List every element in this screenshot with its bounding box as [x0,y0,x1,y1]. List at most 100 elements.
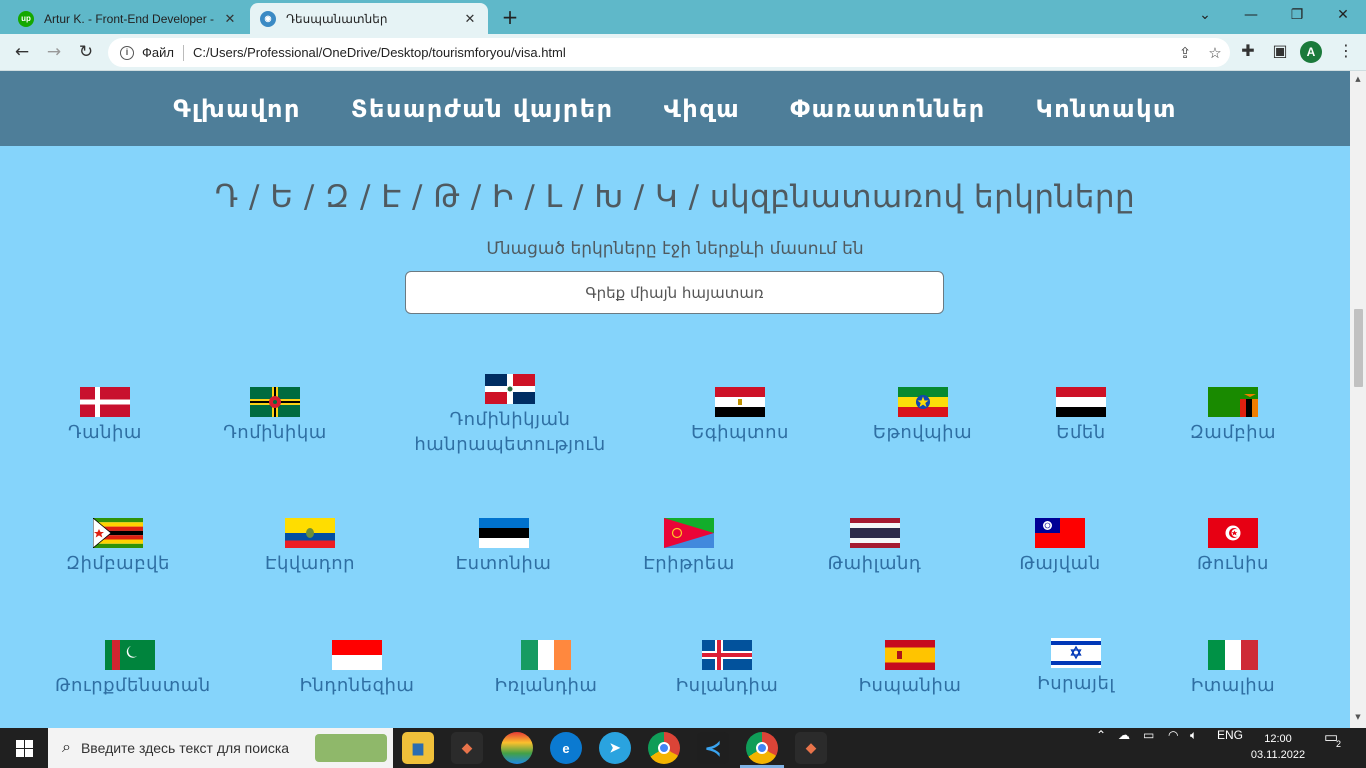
side-panel-icon[interactable]: ▣ [1268,41,1292,60]
country-yemen[interactable]: Եմեն [1041,387,1121,445]
onedrive-icon[interactable]: ☁ [1118,728,1130,768]
country-italy[interactable]: Իտալիա [1183,640,1283,698]
country-indonesia[interactable]: Ինդոնեզիա [292,640,422,698]
globe-icon: ◉ [260,10,276,27]
scroll-down-arrow-icon[interactable]: ▼ [1353,713,1363,721]
git-gui-icon[interactable]: ◆ [795,732,827,764]
browser-toolbar: ← → ↻ i Файл C:/Users/Professional/OneDr… [0,34,1366,71]
extensions-icon[interactable]: ✚ [1236,41,1260,60]
tab-title: Artur K. - Front-End Developer - [44,11,215,26]
windows-taskbar: ⌕ Введите здесь текст для поиска ▆ ◆ e ➤… [0,728,1366,768]
profile-avatar[interactable]: A [1300,41,1322,63]
country-name: Զիմբաբվե [66,553,170,574]
system-clock[interactable]: 12:00 03.11.2022 [1250,731,1306,763]
country-turkmenistan[interactable]: Թուրքմենստան [55,640,210,698]
elephants-illustration-icon [315,734,387,762]
ethiopia-flag-icon [897,387,948,417]
search-input[interactable] [405,271,944,314]
tab-search-button[interactable]: ⌄ [1182,0,1228,30]
taskbar-search-box[interactable]: ⌕ Введите здесь текст для поиска [48,728,393,768]
new-tab-button[interactable]: + [498,6,522,28]
page-scrollbar[interactable]: ▲ ▼ [1350,71,1366,728]
country-name: Ինդոնեզիա [299,675,415,696]
country-name: Դոմինիկյան հանրապետություն [414,409,606,455]
address-bar[interactable]: i Файл C:/Users/Professional/OneDrive/De… [108,38,1230,67]
show-hidden-icons-icon[interactable]: ⌃ [1096,728,1106,768]
app-icon[interactable] [501,732,533,764]
info-icon[interactable]: i [120,45,134,60]
country-estonia[interactable]: Էստոնիա [446,518,561,576]
tab-title: Դեսպանատներ [286,11,388,26]
country-thailand[interactable]: Թաիլանդ [822,518,927,576]
search-icon: ⌕ [62,739,71,756]
country-egypt[interactable]: Եգիպտոս [680,387,800,445]
scrollbar-thumb[interactable] [1354,309,1363,387]
url-text[interactable]: C:/Users/Professional/OneDrive/Desktop/t… [193,45,1170,60]
country-tunisia[interactable]: Թունիս [1183,518,1283,576]
chrome-icon[interactable] [648,732,680,764]
country-zimbabwe[interactable]: Զիմբաբվե [58,518,178,576]
reload-button[interactable]: ↻ [74,41,98,63]
share-icon[interactable]: ⇪ [1170,44,1200,62]
country-name: Էկվադոր [264,553,356,574]
country-iceland[interactable]: Իսլանդիա [667,640,787,698]
wifi-icon[interactable]: ◠ [1168,728,1178,768]
country-taiwan[interactable]: Թայվան [1010,518,1110,576]
language-indicator[interactable]: ENG [1217,728,1243,768]
nav-contact[interactable]: Կոնտակտ [1036,95,1177,123]
minimize-button[interactable]: — [1228,0,1274,30]
zambia-flag-icon [1208,387,1258,417]
file-explorer-icon[interactable]: ▆ [402,732,434,764]
country-ireland[interactable]: Իռլանդիա [486,640,606,698]
chrome-profile-icon[interactable] [746,732,778,764]
git-icon[interactable]: ◆ [451,732,483,764]
country-name: Եթովպիա [872,422,973,443]
country-ecuador[interactable]: Էկվադոր [260,518,360,576]
country-denmark[interactable]: Դանիա [55,387,155,445]
country-spain[interactable]: Իսպանիա [850,640,970,698]
nav-home[interactable]: Գլխավոր [173,95,301,123]
tunisia-flag-icon [1208,518,1258,548]
nav-visa[interactable]: Վիզա [664,95,741,123]
forward-button[interactable]: → [42,41,66,63]
nav-festivals[interactable]: Փառատոններ [790,95,986,123]
country-zambia[interactable]: Զամբիա [1178,387,1288,445]
page-title: Դ / Ե / Զ / Է / Թ / Ի / Լ / Խ / Կ / սկզբ… [214,179,1136,215]
clock-time: 12:00 [1264,733,1292,745]
ireland-flag-icon [521,640,571,670]
country-eritrea[interactable]: Էրիթրեա [634,518,744,576]
egypt-flag-icon [715,387,765,417]
country-dominica[interactable]: Դոմինիկա [215,387,335,445]
start-button[interactable] [0,728,48,768]
taskbar-search-placeholder: Введите здесь текст для поиска [80,740,290,756]
scroll-up-arrow-icon[interactable]: ▲ [1353,75,1363,83]
bookmark-star-icon[interactable]: ☆ [1200,44,1230,62]
notification-count: 2 [1336,739,1342,749]
battery-icon[interactable]: ▭ [1143,728,1154,768]
main-navigation: Գլխավոր Տեսարժան վայրեր Վիզա Փառատոններ … [0,71,1350,146]
page-subtitle: Մնացած երկրները էջի ներքևի մասում են [486,239,864,259]
country-dominican-republic[interactable]: Դոմինիկյան հանրապետություն [405,374,615,457]
volume-icon[interactable]: 🔈︎ [1190,728,1197,768]
dominican-republic-flag-icon [485,374,535,404]
browser-tab-strip: up Artur K. - Front-End Developer - ✕ ◉ … [0,0,1366,34]
thailand-flag-icon [849,518,900,548]
tab-visa[interactable]: ◉ Դեսպանատներ ✕ [250,3,488,34]
country-name: Թաիլանդ [827,553,922,574]
country-name: Դոմինիկա [223,422,327,443]
edge-icon[interactable]: e [550,732,582,764]
page-content: Գլխավոր Տեսարժան վայրեր Վիզա Փառատոններ … [0,71,1350,728]
menu-icon[interactable]: ⋮ [1334,41,1358,60]
back-button[interactable]: ← [10,41,34,63]
vscode-icon[interactable]: ≺ [697,732,729,764]
restore-button[interactable]: ❐ [1274,0,1320,30]
tab-upwork[interactable]: up Artur K. - Front-End Developer - ✕ [8,3,248,34]
telegram-icon[interactable]: ➤ [599,732,631,764]
country-israel[interactable]: Իսրայել [1031,638,1121,696]
country-ethiopia[interactable]: Եթովպիա [860,387,985,445]
nav-sights[interactable]: Տեսարժան վայրեր [351,95,614,123]
windows-logo-icon [15,739,33,757]
close-window-button[interactable]: ✕ [1320,0,1366,30]
close-icon[interactable]: ✕ [222,11,238,27]
close-icon[interactable]: ✕ [462,11,478,27]
